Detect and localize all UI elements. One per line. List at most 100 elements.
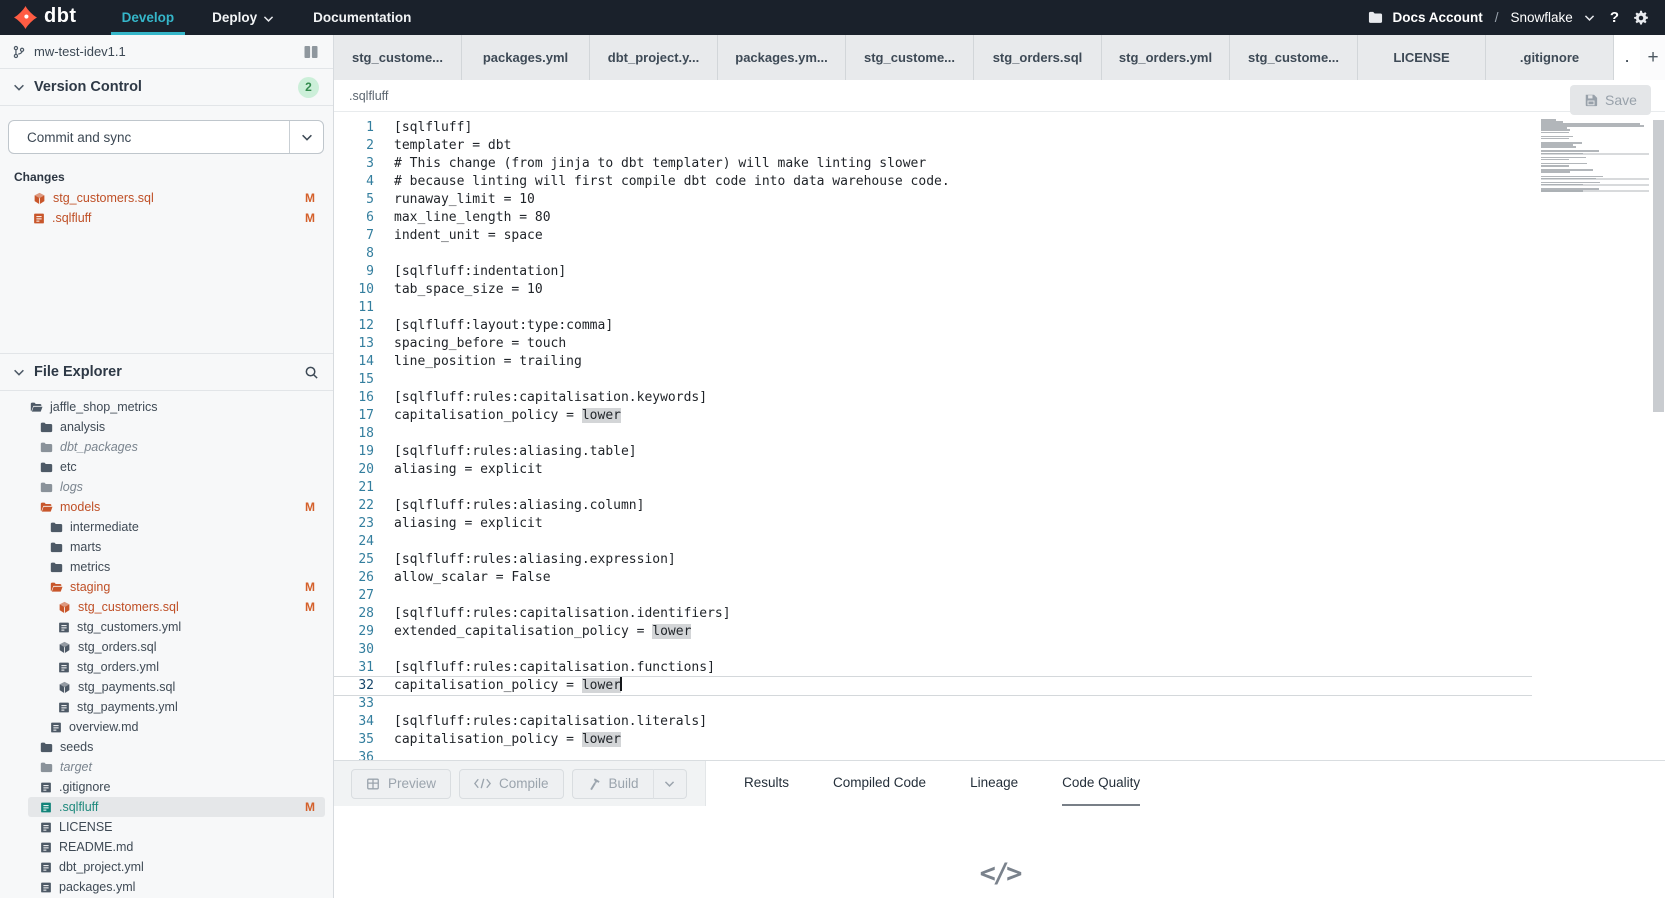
file-tree-item-staging[interactable]: stagingM: [28, 577, 325, 597]
file-tree-item-packages-yml[interactable]: packages.yml: [28, 877, 325, 897]
file-tree-item-etc[interactable]: etc: [28, 457, 325, 477]
help-icon[interactable]: ?: [1606, 9, 1623, 26]
code-line[interactable]: 5runaway_limit = 10: [334, 191, 1532, 209]
file-tree-item-dbt-project-yml[interactable]: dbt_project.yml: [28, 857, 325, 877]
branch-name[interactable]: mw-test-idev1.1: [34, 44, 126, 59]
file-tree-item-target[interactable]: target: [28, 757, 325, 777]
file-tree-item-license[interactable]: LICENSE: [28, 817, 325, 837]
panel-tab-compiled-code[interactable]: Compiled Code: [833, 761, 926, 806]
file-tree-item-jaffle-shop-metrics[interactable]: jaffle_shop_metrics: [28, 397, 325, 417]
code-line[interactable]: 23aliasing = explicit: [334, 515, 1532, 533]
connection-name[interactable]: Snowflake: [1511, 10, 1573, 25]
file-tree-item-stg-customers-yml[interactable]: stg_customers.yml: [28, 617, 325, 637]
code-line[interactable]: 25[sqlfluff:rules:aliasing.expression]: [334, 551, 1532, 569]
file-tree-item-stg-orders-yml[interactable]: stg_orders.yml: [28, 657, 325, 677]
code-line[interactable]: 36: [334, 749, 1532, 760]
code-line[interactable]: 3# This change (from jinja to dbt templa…: [334, 155, 1532, 173]
build-button[interactable]: Build: [572, 769, 653, 799]
new-tab-button[interactable]: +: [1640, 35, 1665, 80]
editor-tab-packages-ym[interactable]: packages.ym...: [718, 35, 846, 80]
version-control-header[interactable]: Version Control 2: [0, 69, 333, 106]
code-line[interactable]: 1[sqlfluff]: [334, 119, 1532, 137]
code-line[interactable]: 34[sqlfluff:rules:capitalisation.literal…: [334, 713, 1532, 731]
code-line[interactable]: 6max_line_length = 80: [334, 209, 1532, 227]
gear-icon[interactable]: [1633, 10, 1649, 26]
file-tree-item-sqlfluff[interactable]: .sqlfluffM: [28, 797, 325, 817]
file-tree-item-gitignore[interactable]: .gitignore: [28, 777, 325, 797]
save-button[interactable]: Save: [1570, 85, 1651, 115]
editor-scrollbar[interactable]: [1652, 112, 1665, 760]
file-tree-item-metrics[interactable]: metrics: [28, 557, 325, 577]
file-tree-item-logs[interactable]: logs: [28, 477, 325, 497]
file-tree-item-stg-payments-yml[interactable]: stg_payments.yml: [28, 697, 325, 717]
panel-tab-results[interactable]: Results: [744, 761, 789, 806]
file-tree-item-intermediate[interactable]: intermediate: [28, 517, 325, 537]
code-line[interactable]: 32capitalisation_policy = lower: [334, 677, 1532, 695]
file-tree-item-stg-orders-sql[interactable]: stg_orders.sql: [28, 637, 325, 657]
file-tree-item-seeds[interactable]: seeds: [28, 737, 325, 757]
book-icon[interactable]: [303, 44, 319, 60]
code-line[interactable]: 12[sqlfluff:layout:type:comma]: [334, 317, 1532, 335]
search-icon[interactable]: [304, 365, 319, 380]
editor-tab-stg-custome[interactable]: stg_custome...: [334, 35, 462, 80]
chevron-down-icon[interactable]: [1583, 11, 1596, 24]
minimap[interactable]: [1541, 119, 1649, 194]
code-line[interactable]: 20aliasing = explicit: [334, 461, 1532, 479]
code-line[interactable]: 2templater = dbt: [334, 137, 1532, 155]
commit-options-caret[interactable]: [289, 121, 323, 153]
file-tree-item-analysis[interactable]: analysis: [28, 417, 325, 437]
code-line[interactable]: 33: [334, 695, 1532, 713]
build-options-caret[interactable]: [653, 769, 687, 799]
compile-button[interactable]: Compile: [459, 769, 564, 799]
code-line[interactable]: 15: [334, 371, 1532, 389]
file-tree-item-models[interactable]: modelsM: [28, 497, 325, 517]
code-line[interactable]: 21: [334, 479, 1532, 497]
dbt-logo[interactable]: dbt: [0, 6, 103, 29]
code-line[interactable]: 24: [334, 533, 1532, 551]
code-line[interactable]: 4# because linting will first compile db…: [334, 173, 1532, 191]
code-line[interactable]: 35capitalisation_policy = lower: [334, 731, 1532, 749]
editor-tab-stg-custome[interactable]: stg_custome...: [1230, 35, 1358, 80]
editor-tab-packages-yml[interactable]: packages.yml: [462, 35, 590, 80]
editor-tab-gitignore[interactable]: .gitignore: [1486, 35, 1614, 80]
file-tree-item-stg-payments-sql[interactable]: stg_payments.sql: [28, 677, 325, 697]
file-explorer-header[interactable]: File Explorer: [0, 354, 333, 391]
code-line[interactable]: 19[sqlfluff:rules:aliasing.table]: [334, 443, 1532, 461]
code-line[interactable]: 14line_position = trailing: [334, 353, 1532, 371]
editor-tab-stg-orders-yml[interactable]: stg_orders.yml: [1102, 35, 1230, 80]
code-line[interactable]: 13spacing_before = touch: [334, 335, 1532, 353]
editor-tab-license[interactable]: LICENSE: [1358, 35, 1486, 80]
file-tree-item-stg-customers-sql[interactable]: stg_customers.sqlM: [28, 597, 325, 617]
nav-item-deploy[interactable]: Deploy: [193, 0, 294, 35]
code-line[interactable]: 29extended_capitalisation_policy = lower: [334, 623, 1532, 641]
code-editor[interactable]: 1[sqlfluff]2templater = dbt3# This chang…: [334, 112, 1665, 760]
code-line[interactable]: 7indent_unit = space: [334, 227, 1532, 245]
nav-item-develop[interactable]: Develop: [103, 0, 194, 35]
file-tree-item-marts[interactable]: marts: [28, 537, 325, 557]
editor-tab-active[interactable]: .: [1614, 35, 1640, 80]
code-line[interactable]: 28[sqlfluff:rules:capitalisation.identif…: [334, 605, 1532, 623]
file-tree-item-dbt-packages[interactable]: dbt_packages: [28, 437, 325, 457]
code-line[interactable]: 30: [334, 641, 1532, 659]
code-line[interactable]: 27: [334, 587, 1532, 605]
preview-button[interactable]: Preview: [351, 769, 451, 799]
code-line[interactable]: 10tab_space_size = 10: [334, 281, 1532, 299]
scrollbar-thumb[interactable]: [1653, 120, 1664, 412]
code-line[interactable]: 16[sqlfluff:rules:capitalisation.keyword…: [334, 389, 1532, 407]
nav-item-documentation[interactable]: Documentation: [294, 0, 430, 35]
code-line[interactable]: 26allow_scalar = False: [334, 569, 1532, 587]
panel-tab-code-quality[interactable]: Code Quality: [1062, 761, 1140, 806]
changed-file-sqlfluff[interactable]: .sqlfluffM: [28, 208, 325, 228]
code-line[interactable]: 17capitalisation_policy = lower: [334, 407, 1532, 425]
code-line[interactable]: 18: [334, 425, 1532, 443]
code-line[interactable]: 11: [334, 299, 1532, 317]
code-line[interactable]: 8: [334, 245, 1532, 263]
commit-and-sync-button[interactable]: Commit and sync: [8, 120, 324, 154]
changed-file-stg-customers-sql[interactable]: stg_customers.sqlM: [28, 188, 325, 208]
code-line[interactable]: 9[sqlfluff:indentation]: [334, 263, 1532, 281]
account-name[interactable]: Docs Account: [1393, 10, 1483, 25]
file-tree-item-readme-md[interactable]: README.md: [28, 837, 325, 857]
file-tree-item-overview-md[interactable]: overview.md: [28, 717, 325, 737]
editor-tab-stg-custome[interactable]: stg_custome...: [846, 35, 974, 80]
editor-tab-dbt-project-y[interactable]: dbt_project.y...: [590, 35, 718, 80]
